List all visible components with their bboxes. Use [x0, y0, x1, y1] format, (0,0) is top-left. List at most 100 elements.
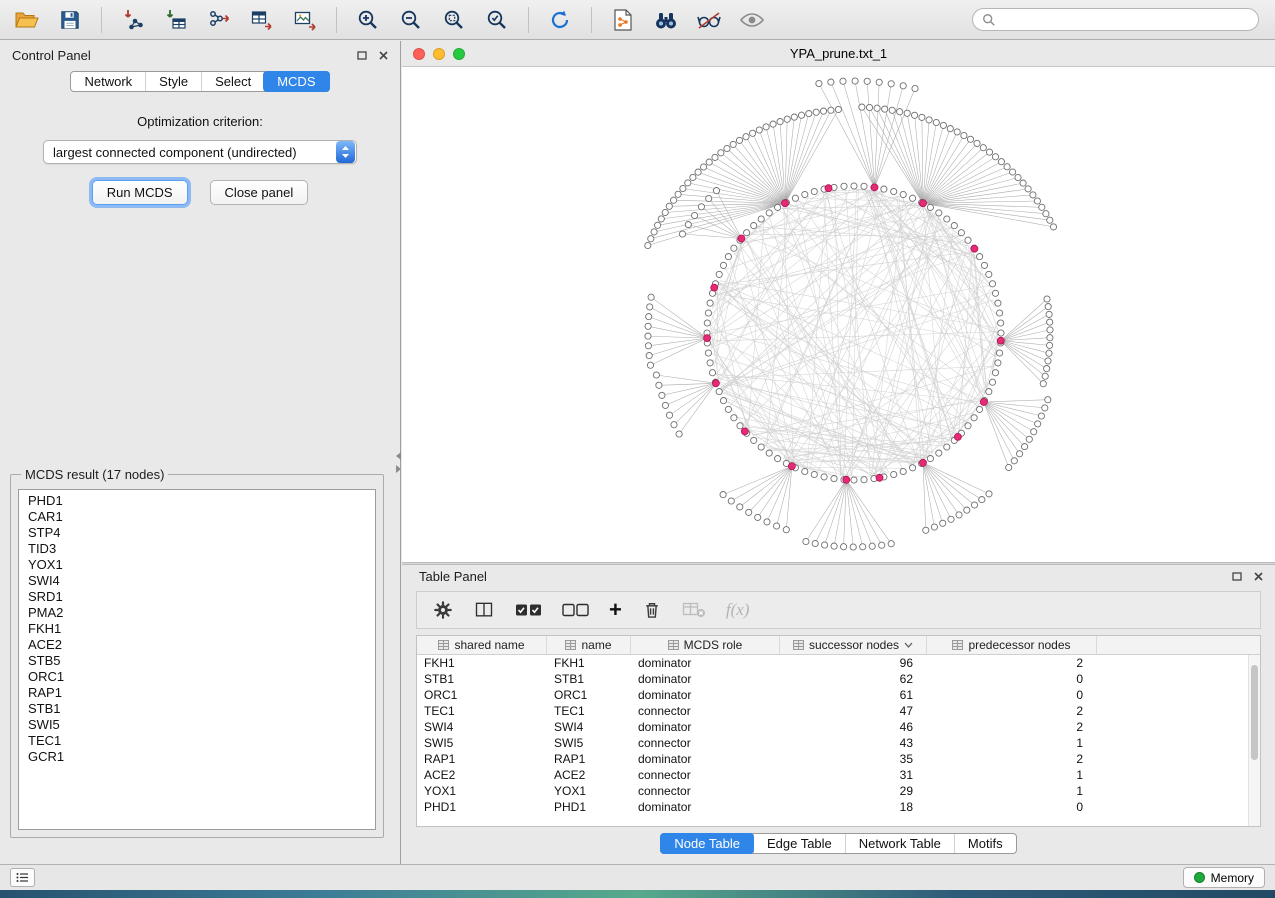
mcds-result-item[interactable]: PHD1: [19, 493, 375, 509]
mcds-result-item[interactable]: STB5: [19, 653, 375, 669]
find-network-button[interactable]: [647, 4, 685, 36]
mcds-result-item[interactable]: ORC1: [19, 669, 375, 685]
network-view-window: YPA_prune.txt_1: [402, 41, 1275, 562]
table-row[interactable]: SWI4SWI4dominator462: [417, 719, 1248, 735]
column-header-shared-name[interactable]: shared name: [417, 636, 547, 654]
close-window-button[interactable]: [413, 48, 425, 60]
delete-table-button[interactable]: [682, 601, 706, 619]
column-header-name[interactable]: name: [547, 636, 631, 654]
table-row[interactable]: YOX1YOX1connector291: [417, 783, 1248, 799]
network-canvas[interactable]: [402, 67, 1275, 562]
unselect-all-columns-button[interactable]: [562, 601, 589, 619]
table-cell: 31: [780, 767, 927, 783]
tab-mcds[interactable]: MCDS: [263, 71, 329, 92]
function-builder-button[interactable]: f(x): [726, 600, 750, 620]
column-header-successor-nodes[interactable]: successor nodes: [780, 636, 927, 654]
mcds-result-item[interactable]: SRD1: [19, 589, 375, 605]
table-scrollbar-thumb[interactable]: [1251, 665, 1258, 760]
tab-edge-table[interactable]: Edge Table: [753, 834, 845, 853]
table-row[interactable]: TEC1TEC1connector472: [417, 703, 1248, 719]
mcds-result-item[interactable]: RAP1: [19, 685, 375, 701]
minimize-window-button[interactable]: [433, 48, 445, 60]
mcds-result-item[interactable]: PMA2: [19, 605, 375, 621]
mcds-result-item[interactable]: TEC1: [19, 733, 375, 749]
column-type-icon: [438, 640, 449, 650]
table-cell: connector: [631, 767, 780, 783]
open-session-button[interactable]: [8, 4, 46, 36]
delete-table-icon: [682, 601, 706, 619]
export-image-button[interactable]: [286, 4, 324, 36]
table-row[interactable]: SWI5SWI5connector431: [417, 735, 1248, 751]
maximize-window-button[interactable]: [453, 48, 465, 60]
mcds-result-item[interactable]: FKH1: [19, 621, 375, 637]
table-cell: 1: [927, 735, 1097, 751]
zoom-in-button[interactable]: [349, 4, 387, 36]
table-row[interactable]: FKH1FKH1dominator962: [417, 655, 1248, 671]
run-mcds-button[interactable]: Run MCDS: [92, 180, 188, 205]
close-table-panel-button[interactable]: [1254, 572, 1263, 581]
table-row[interactable]: STB1STB1dominator620: [417, 671, 1248, 687]
table-row[interactable]: PHD1PHD1dominator180: [417, 799, 1248, 815]
show-hide-button[interactable]: [733, 4, 771, 36]
show-columns-button[interactable]: [473, 600, 495, 620]
tab-select[interactable]: Select: [201, 72, 264, 91]
table-settings-button[interactable]: [433, 600, 453, 620]
search-input[interactable]: [1002, 13, 1249, 27]
float-table-panel-button[interactable]: [1232, 572, 1242, 581]
mcds-result-item[interactable]: ACE2: [19, 637, 375, 653]
table-row[interactable]: RAP1RAP1dominator352: [417, 751, 1248, 767]
table-cell: dominator: [631, 751, 780, 767]
table-row[interactable]: ORC1ORC1dominator610: [417, 687, 1248, 703]
tab-style[interactable]: Style: [145, 72, 201, 91]
apply-layout-button[interactable]: [541, 4, 579, 36]
column-header-mcds-role[interactable]: MCDS role: [631, 636, 780, 654]
tab-network-table[interactable]: Network Table: [845, 834, 954, 853]
toggle-graphics-details-button[interactable]: [690, 4, 728, 36]
zoom-out-button[interactable]: [392, 4, 430, 36]
tab-network[interactable]: Network: [71, 72, 145, 91]
table-cell-filler: [1097, 655, 1248, 671]
mcds-result-item[interactable]: SWI5: [19, 717, 375, 733]
column-header-predecessor-nodes[interactable]: predecessor nodes: [927, 636, 1097, 654]
import-network-button[interactable]: [114, 4, 152, 36]
mcds-result-item[interactable]: SWI4: [19, 573, 375, 589]
document-share-icon: [612, 8, 634, 32]
zoom-selected-button[interactable]: [478, 4, 516, 36]
vertical-splitter[interactable]: [394, 447, 402, 477]
mcds-result-item[interactable]: STP4: [19, 525, 375, 541]
save-floppy-icon: [59, 9, 81, 31]
mcds-result-item[interactable]: STB1: [19, 701, 375, 717]
collapse-left-icon: [396, 452, 401, 460]
save-session-button[interactable]: [51, 4, 89, 36]
zoom-fit-button[interactable]: [435, 4, 473, 36]
close-panel-button[interactable]: [379, 51, 388, 60]
optimization-criterion-select[interactable]: largest connected component (undirected): [43, 140, 357, 164]
mcds-result-list[interactable]: PHD1CAR1STP4TID3YOX1SWI4SRD1PMA2FKH1ACE2…: [18, 489, 376, 830]
column-type-icon: [952, 640, 963, 650]
tab-motifs[interactable]: Motifs: [954, 834, 1016, 853]
optimization-criterion-label: Optimization criterion:: [0, 114, 400, 129]
export-web-button[interactable]: [604, 4, 642, 36]
table-cell: 0: [927, 799, 1097, 815]
table-panel-title: Table Panel: [419, 569, 487, 584]
float-panel-button[interactable]: [357, 51, 367, 60]
table-row[interactable]: ACE2ACE2connector311: [417, 767, 1248, 783]
mcds-result-item[interactable]: CAR1: [19, 509, 375, 525]
node-table-header: shared name name MCDS role successor nod…: [417, 636, 1260, 655]
select-all-columns-button[interactable]: [515, 601, 542, 619]
status-menu-button[interactable]: [10, 868, 35, 887]
float-window-icon: [357, 51, 367, 60]
export-table-button[interactable]: [243, 4, 281, 36]
create-column-button[interactable]: +: [609, 601, 622, 619]
mcds-result-item[interactable]: TID3: [19, 541, 375, 557]
mcds-result-item[interactable]: GCR1: [19, 749, 375, 765]
mcds-result-item[interactable]: YOX1: [19, 557, 375, 573]
tab-node-table[interactable]: Node Table: [660, 833, 754, 854]
table-scrollbar[interactable]: [1248, 655, 1260, 826]
import-table-button[interactable]: [157, 4, 195, 36]
table-cell-filler: [1097, 751, 1248, 767]
close-mcds-panel-button[interactable]: Close panel: [210, 180, 309, 205]
delete-column-button[interactable]: [642, 600, 662, 620]
memory-button[interactable]: Memory: [1183, 867, 1265, 888]
export-network-button[interactable]: [200, 4, 238, 36]
